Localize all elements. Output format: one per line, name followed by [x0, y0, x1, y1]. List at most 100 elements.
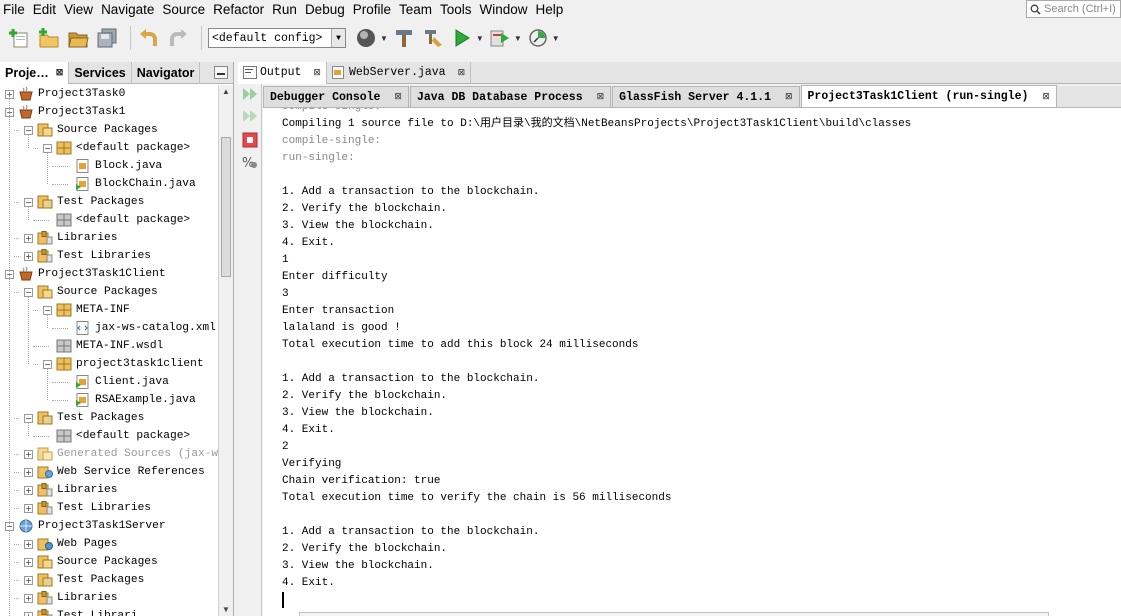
search-box[interactable]: Search (Ctrl+I) — [1026, 0, 1121, 18]
collapse-icon[interactable]: − — [43, 305, 52, 315]
close-icon[interactable]: ⊠ — [56, 67, 64, 78]
chevron-down-icon[interactable]: ▼ — [476, 34, 484, 43]
collapse-icon[interactable]: − — [43, 359, 52, 369]
menu-team[interactable]: Team — [395, 1, 436, 19]
tree-item[interactable]: + Project3Task0 — [5, 85, 125, 103]
close-icon[interactable]: ⊠ — [1042, 92, 1050, 102]
new-project-icon[interactable] — [37, 26, 61, 50]
rerun-with-params-icon[interactable] — [242, 108, 258, 124]
tree-item[interactable]: − <default package> — [43, 139, 190, 157]
output-tab[interactable]: Project3Task1Client (run-single) ⊠ — [800, 85, 1057, 107]
tree-item[interactable]: RSAExample.java — [62, 391, 196, 409]
open-project-icon[interactable] — [66, 26, 90, 50]
scroll-down-icon[interactable]: ▼ — [222, 605, 230, 614]
collapse-icon[interactable]: − — [24, 287, 33, 297]
menu-refactor[interactable]: Refactor — [209, 1, 268, 19]
scroll-up-icon[interactable]: ▲ — [222, 87, 230, 96]
tree-item[interactable]: − Project3Task1Client — [5, 265, 166, 283]
expand-icon[interactable]: + — [24, 449, 33, 459]
run-icon[interactable] — [450, 26, 474, 50]
tree-item[interactable]: + Libraries — [24, 481, 117, 499]
close-icon[interactable]: ⊠ — [785, 92, 793, 102]
menu-tools[interactable]: Tools — [436, 1, 476, 19]
close-icon[interactable]: ⊠ — [597, 92, 605, 102]
tree-item[interactable]: jax-ws-catalog.xml — [62, 319, 216, 337]
new-file-icon[interactable] — [8, 26, 32, 50]
minimize-icon[interactable] — [214, 66, 228, 79]
menu-window[interactable]: Window — [476, 1, 532, 19]
tree-item[interactable]: BlockChain.java — [62, 175, 196, 193]
undo-icon[interactable] — [137, 26, 161, 50]
tree-item[interactable]: − META-INF — [43, 301, 130, 319]
redo-icon[interactable] — [166, 26, 190, 50]
tree-item[interactable]: − Project3Task1Server — [5, 517, 166, 535]
tree-item[interactable]: − Test Packages — [24, 409, 144, 427]
menu-view[interactable]: View — [60, 1, 97, 19]
tab-webserver-java[interactable]: WebServer.java ⊠ — [327, 61, 472, 84]
profile-icon[interactable] — [526, 26, 550, 50]
chevron-down-icon[interactable]: ▼ — [331, 29, 345, 47]
expand-icon[interactable]: + — [24, 539, 33, 549]
tree-item[interactable]: − Test Packages — [24, 193, 144, 211]
expand-icon[interactable]: + — [24, 593, 33, 603]
collapse-icon[interactable]: − — [43, 143, 52, 153]
tab-projects[interactable]: Proje… ⊠ — [0, 61, 70, 84]
menu-navigate[interactable]: Navigate — [97, 1, 158, 19]
collapse-icon[interactable]: − — [24, 197, 33, 207]
tree-item[interactable]: <default package> — [43, 211, 190, 229]
menu-help[interactable]: Help — [532, 1, 568, 19]
tree-item[interactable]: + Test Libraries — [24, 499, 151, 517]
tree-item[interactable]: Block.java — [62, 157, 162, 175]
tab-output[interactable]: Output ⊠ — [238, 61, 327, 84]
tab-navigator[interactable]: Navigator — [132, 61, 201, 84]
tree-item[interactable]: + Source Packages — [24, 553, 158, 571]
menu-file[interactable]: File — [0, 1, 29, 19]
chevron-down-icon[interactable]: ▼ — [552, 34, 560, 43]
horizontal-scrollbar[interactable] — [299, 612, 1049, 616]
close-icon[interactable]: ⊠ — [458, 68, 466, 78]
menu-profile[interactable]: Profile — [349, 1, 395, 19]
collapse-icon[interactable]: − — [24, 125, 33, 135]
tree-item[interactable]: + Generated Sources (jax-ws — [24, 445, 218, 463]
expand-icon[interactable]: + — [24, 503, 33, 513]
tree-item[interactable]: − project3task1client — [43, 355, 204, 373]
tree-item[interactable]: Client.java — [62, 373, 169, 391]
clean-build-icon[interactable] — [421, 26, 445, 50]
tree-item[interactable]: + Test Packages — [24, 571, 144, 589]
output-console[interactable]: compile-single: Compiling 1 source file … — [263, 108, 1121, 616]
output-tab[interactable]: Debugger Console ⊠ — [263, 86, 409, 107]
output-tab[interactable]: Java DB Database Process ⊠ — [409, 86, 612, 107]
rerun-icon[interactable] — [242, 86, 258, 102]
vertical-scrollbar[interactable]: ▲ ▼ — [218, 85, 233, 616]
tree-item[interactable]: − Project3Task1 — [5, 103, 125, 121]
tree-item[interactable]: META-INF.wsdl — [43, 337, 163, 355]
expand-icon[interactable]: + — [24, 467, 33, 477]
expand-icon[interactable]: + — [24, 557, 33, 567]
menu-debug[interactable]: Debug — [301, 1, 349, 19]
tree-item[interactable]: + Test Libraries — [24, 247, 151, 265]
tree-item[interactable]: + Test Librari — [24, 607, 138, 616]
stop-icon[interactable] — [242, 132, 258, 148]
tree-item[interactable]: + Libraries — [24, 229, 117, 247]
save-all-icon[interactable] — [95, 26, 119, 50]
collapse-icon[interactable]: − — [24, 413, 33, 423]
close-icon[interactable]: ⊠ — [394, 92, 402, 102]
menu-source[interactable]: Source — [158, 1, 209, 19]
debug-icon[interactable] — [488, 26, 512, 50]
output-tab[interactable]: GlassFish Server 4.1.1 ⊠ — [612, 86, 800, 107]
tree-item[interactable]: <default package> — [43, 427, 190, 445]
tree-item[interactable]: − Source Packages — [24, 121, 158, 139]
config-select[interactable]: <default config> ▼ — [208, 28, 346, 48]
expand-icon[interactable]: + — [24, 575, 33, 585]
chevron-down-icon[interactable]: ▼ — [514, 34, 522, 43]
settings-icon[interactable]: % — [242, 154, 258, 170]
chevron-down-icon[interactable]: ▼ — [380, 34, 388, 43]
expand-icon[interactable]: + — [24, 233, 33, 243]
menu-run[interactable]: Run — [268, 1, 301, 19]
tree-item[interactable]: + Web Pages — [24, 535, 117, 553]
build-icon[interactable] — [392, 26, 416, 50]
expand-icon[interactable]: + — [24, 485, 33, 495]
expand-icon[interactable]: + — [5, 89, 14, 99]
menu-edit[interactable]: Edit — [29, 1, 60, 19]
scrollbar-thumb[interactable] — [221, 137, 231, 277]
